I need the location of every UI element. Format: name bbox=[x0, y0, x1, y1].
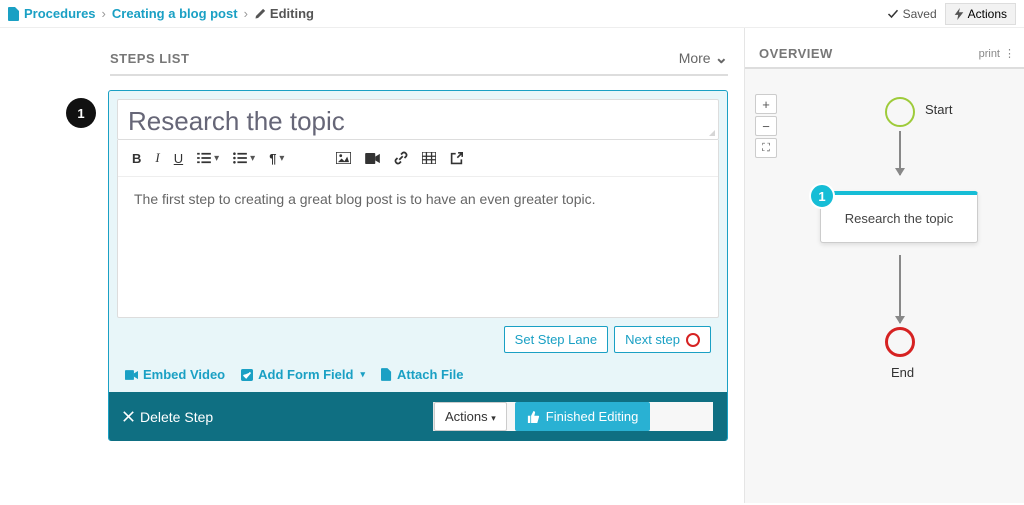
external-link-button[interactable] bbox=[450, 152, 463, 165]
flow-step-node[interactable]: 1 Research the topic bbox=[820, 191, 978, 243]
breadcrumb: Procedures › Creating a blog post › Edit… bbox=[8, 6, 314, 21]
close-icon bbox=[123, 411, 134, 422]
external-link-icon bbox=[450, 152, 463, 165]
chevron-right-icon: › bbox=[244, 6, 248, 21]
set-step-lane-button[interactable]: Set Step Lane bbox=[504, 326, 608, 353]
flow-step-label: Research the topic bbox=[821, 195, 977, 242]
table-button[interactable] bbox=[422, 152, 436, 164]
steps-list-title: STEPS LIST bbox=[110, 51, 189, 66]
resize-handle-icon[interactable] bbox=[706, 127, 716, 137]
add-form-field-link[interactable]: Add Form Field▾ bbox=[241, 367, 365, 382]
ordered-list-button[interactable]: ▾ bbox=[197, 152, 219, 164]
step-editor-card: B I U ▾ ▾ ¶▾ bbox=[108, 90, 728, 441]
attach-file-icon bbox=[381, 368, 392, 381]
start-node-icon[interactable] bbox=[885, 97, 915, 127]
thumbs-up-icon bbox=[527, 411, 540, 423]
breadcrumb-current: Editing bbox=[254, 6, 314, 21]
image-icon bbox=[336, 152, 351, 164]
paragraph-button[interactable]: ¶▾ bbox=[269, 151, 284, 166]
ordered-list-icon bbox=[197, 152, 211, 164]
delete-step-button[interactable]: Delete Step bbox=[123, 409, 213, 425]
form-field-icon bbox=[241, 369, 253, 381]
chevron-down-icon: ⌄ bbox=[715, 48, 728, 68]
step-body-editor[interactable]: The first step to creating a great blog … bbox=[118, 177, 718, 317]
underline-button[interactable]: U bbox=[174, 151, 183, 166]
saved-indicator: Saved bbox=[887, 7, 937, 21]
link-button[interactable] bbox=[394, 151, 408, 165]
overview-title: OVERVIEW bbox=[759, 46, 833, 61]
unordered-list-button[interactable]: ▾ bbox=[233, 152, 255, 164]
end-node-icon[interactable] bbox=[885, 327, 915, 357]
overview-panel: OVERVIEW print ⋮ + − ⛶ Start 1 Research … bbox=[744, 28, 1024, 503]
end-node-icon bbox=[686, 333, 700, 347]
pencil-icon bbox=[254, 8, 266, 20]
next-step-button[interactable]: Next step bbox=[614, 326, 711, 353]
video-icon bbox=[125, 370, 138, 380]
step-number-badge: 1 bbox=[66, 98, 96, 128]
flow-arrow-icon bbox=[899, 131, 901, 175]
attach-file-link[interactable]: Attach File bbox=[381, 367, 463, 382]
steps-list-header: STEPS LIST More ⌄ bbox=[110, 48, 728, 76]
video-icon bbox=[365, 153, 380, 164]
check-icon bbox=[887, 8, 899, 20]
lightning-icon bbox=[954, 8, 964, 20]
more-dropdown[interactable]: More ⌄ bbox=[679, 48, 728, 68]
chevron-right-icon: › bbox=[102, 6, 106, 21]
embed-video-link[interactable]: Embed Video bbox=[125, 367, 225, 382]
print-link[interactable]: print ⋮ bbox=[979, 47, 1014, 60]
finished-editing-button[interactable]: Finished Editing bbox=[515, 402, 651, 431]
flow-step-number: 1 bbox=[809, 183, 835, 209]
flow-arrow-icon bbox=[899, 255, 901, 323]
footer-actions-button[interactable]: Actions ▾ bbox=[434, 402, 507, 431]
dots-icon: ⋮ bbox=[1004, 47, 1014, 60]
end-node-label: End bbox=[891, 365, 914, 380]
overview-canvas[interactable]: Start 1 Research the topic End bbox=[745, 69, 1024, 479]
start-node-label: Start bbox=[925, 102, 952, 117]
step-title-input[interactable] bbox=[128, 106, 708, 137]
breadcrumb-root[interactable]: Procedures bbox=[8, 6, 96, 21]
breadcrumb-parent[interactable]: Creating a blog post bbox=[112, 6, 238, 21]
table-icon bbox=[422, 152, 436, 164]
top-bar: Procedures › Creating a blog post › Edit… bbox=[0, 0, 1024, 28]
actions-button[interactable]: Actions bbox=[945, 3, 1016, 25]
document-icon bbox=[8, 7, 20, 21]
step-footer-bar: Delete Step Actions ▾ Finished Editing bbox=[109, 392, 727, 441]
video-button[interactable] bbox=[365, 153, 380, 164]
editor-toolbar: B I U ▾ ▾ ¶▾ bbox=[118, 140, 718, 177]
bold-button[interactable]: B bbox=[132, 151, 141, 166]
unordered-list-icon bbox=[233, 152, 247, 164]
link-icon bbox=[394, 151, 408, 165]
image-button[interactable] bbox=[336, 152, 351, 164]
italic-button[interactable]: I bbox=[155, 150, 159, 166]
